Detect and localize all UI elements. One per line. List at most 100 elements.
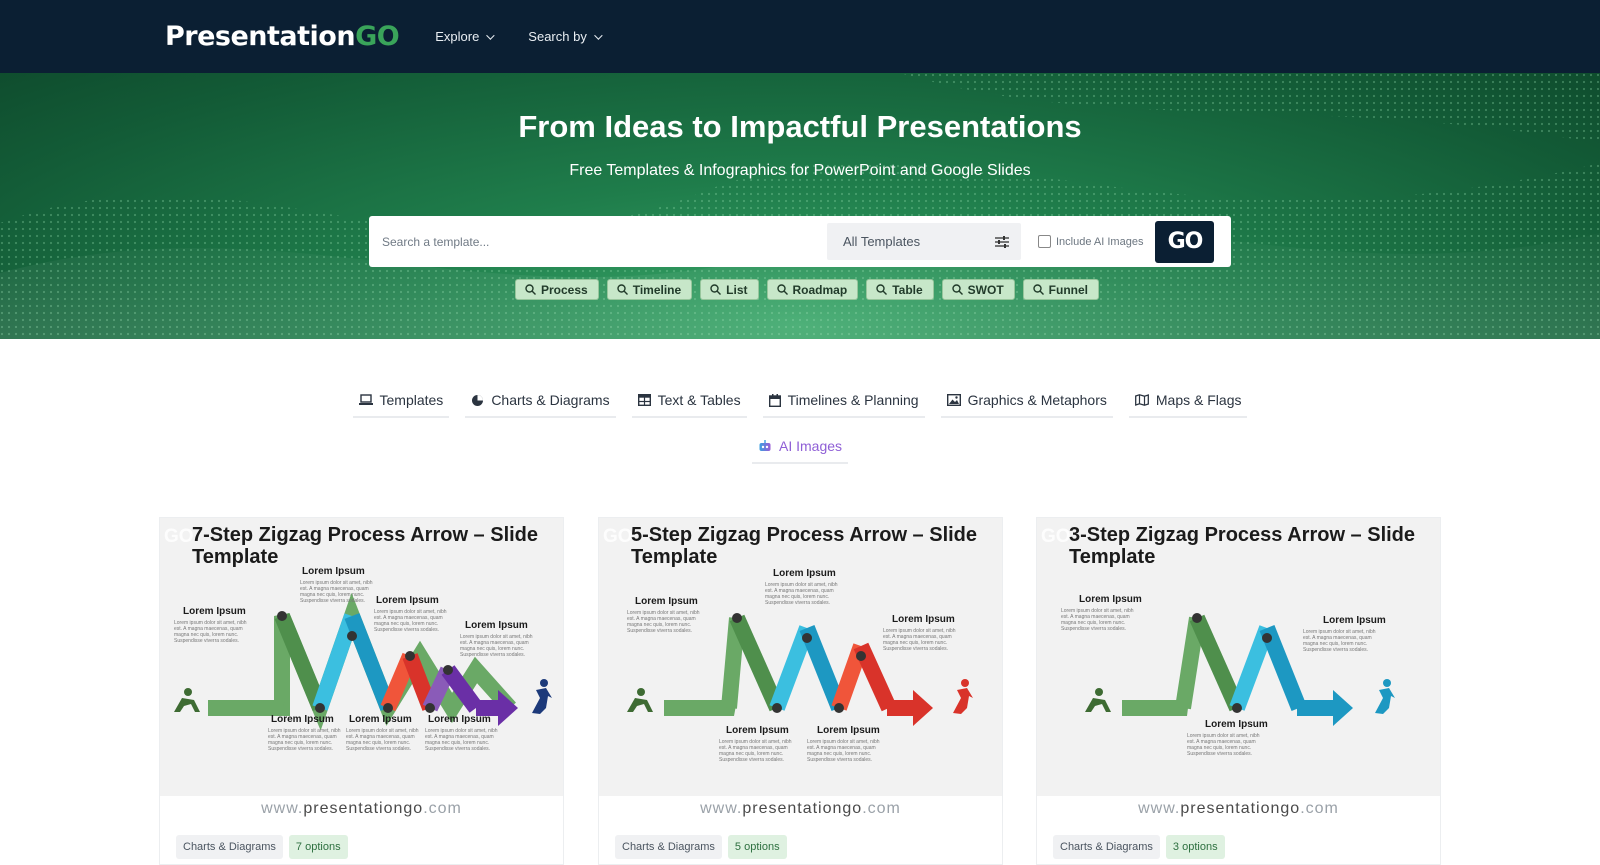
- card-tags: Charts & Diagrams 3 options: [1053, 835, 1225, 859]
- category-tag[interactable]: Charts & Diagrams: [176, 835, 283, 859]
- thumb-body: Lorem ipsum dolor sit amet, nibh est. A …: [425, 728, 498, 752]
- thumbnail-url-text: www.presentationgo.com: [261, 800, 462, 817]
- chip-label: Funnel: [1048, 282, 1088, 297]
- thumb-heading: Lorem Ipsum: [465, 620, 528, 631]
- search-bar: All Templates Include AI Images GO: [369, 216, 1231, 267]
- tab-text-tables[interactable]: Text & Tables: [631, 384, 747, 418]
- include-ai-label: Include AI Images: [1056, 235, 1144, 248]
- nav-search-by[interactable]: Search by: [528, 29, 603, 44]
- template-card[interactable]: GO 7-Step Zigzag Process Arrow – Slide T…: [159, 517, 564, 865]
- chip-table[interactable]: Table: [866, 279, 934, 300]
- crouching-runner-icon: [1085, 688, 1111, 712]
- template-type-select[interactable]: All Templates: [827, 223, 1021, 260]
- tab-label: Charts & Diagrams: [491, 392, 610, 408]
- options-badge: 7 options: [288, 835, 348, 859]
- category-tag[interactable]: Charts & Diagrams: [1053, 835, 1160, 859]
- template-type-value: All Templates: [843, 234, 921, 249]
- template-thumbnail[interactable]: GO 3-Step Zigzag Process Arrow – Slide T…: [1037, 518, 1440, 796]
- laptop-icon: [358, 394, 373, 405]
- thumb-body: Lorem ipsum dolor sit amet, nibh est. A …: [765, 582, 838, 606]
- tab-label: AI Images: [778, 438, 843, 454]
- chip-label: Process: [541, 282, 588, 297]
- thumb-heading: Lorem Ipsum: [349, 714, 412, 725]
- template-thumbnail[interactable]: GO 7-Step Zigzag Process Arrow – Slide T…: [160, 518, 563, 796]
- logo-text: Presentation: [165, 21, 356, 52]
- thumb-heading: Lorem Ipsum: [817, 725, 880, 736]
- tab-maps-flags[interactable]: Maps & Flags: [1128, 384, 1248, 418]
- thumb-heading: Lorem Ipsum: [773, 568, 836, 579]
- thumb-body: Lorem ipsum dolor sit amet, nibh est. A …: [346, 728, 419, 752]
- chip-roadmap[interactable]: Roadmap: [766, 279, 859, 300]
- search-icon: [951, 284, 963, 295]
- chip-process[interactable]: Process: [515, 279, 599, 300]
- tab-label: Text & Tables: [657, 392, 741, 408]
- thumb-body: Lorem ipsum dolor sit amet, nibh est. A …: [807, 739, 880, 763]
- category-tabs: Templates Charts & Diagrams Text & Table…: [0, 384, 1600, 418]
- zigzag-arrow-diagram: [627, 613, 973, 726]
- thumb-heading: Lorem Ipsum: [892, 614, 955, 625]
- chip-label: List: [726, 282, 748, 297]
- nav-explore[interactable]: Explore: [435, 29, 495, 44]
- card-tags: Charts & Diagrams 7 options: [176, 835, 348, 859]
- go-search-button[interactable]: GO: [1155, 220, 1215, 263]
- thumb-heading: Lorem Ipsum: [635, 596, 698, 607]
- map-icon: [1134, 394, 1149, 406]
- tab-charts-diagrams[interactable]: Charts & Diagrams: [465, 384, 616, 418]
- pie-chart-icon: [472, 394, 484, 406]
- chip-timeline[interactable]: Timeline: [606, 279, 693, 300]
- crouching-runner-icon: [174, 688, 200, 712]
- thumb-heading: Lorem Ipsum: [726, 725, 789, 736]
- thumb-heading: Lorem Ipsum: [376, 595, 439, 606]
- chevron-down-icon: [486, 30, 495, 40]
- running-person-icon: [953, 679, 973, 714]
- search-icon: [776, 284, 788, 295]
- thumb-body: Lorem ipsum dolor sit amet, nibh est. A …: [627, 610, 700, 634]
- thumb-heading: Lorem Ipsum: [1323, 615, 1386, 626]
- thumb-body: Lorem ipsum dolor sit amet, nibh est. A …: [719, 739, 792, 763]
- nav-search-by-label: Search by: [528, 29, 587, 44]
- include-ai-images-toggle[interactable]: Include AI Images: [1038, 235, 1143, 248]
- template-thumbnail[interactable]: GO 5-Step Zigzag Process Arrow – Slide T…: [599, 518, 1002, 796]
- template-card[interactable]: GO 3-Step Zigzag Process Arrow – Slide T…: [1036, 517, 1441, 865]
- chip-list[interactable]: List: [700, 279, 759, 300]
- thumb-heading: Lorem Ipsum: [1205, 719, 1268, 730]
- search-icon: [710, 284, 722, 295]
- running-person-icon: [532, 679, 552, 714]
- category-tag[interactable]: Charts & Diagrams: [615, 835, 722, 859]
- search-input[interactable]: [369, 216, 824, 267]
- hero-banner: From Ideas to Impactful Presentations Fr…: [0, 73, 1600, 339]
- search-icon: [617, 284, 628, 295]
- thumb-heading: Lorem Ipsum: [183, 606, 246, 617]
- presentationgo-logo[interactable]: PresentationGO: [165, 21, 400, 52]
- nav-explore-label: Explore: [435, 29, 480, 44]
- tab-graphics-metaphors[interactable]: Graphics & Metaphors: [940, 384, 1113, 418]
- running-person-icon: [1375, 679, 1395, 714]
- thumb-body: Lorem ipsum dolor sit amet, nibh est. A …: [460, 634, 533, 658]
- chip-funnel[interactable]: Funnel: [1022, 279, 1099, 300]
- calendar-icon: [768, 393, 781, 407]
- table-icon: [637, 394, 651, 406]
- robot-icon: [759, 440, 771, 451]
- chip-swot[interactable]: SWOT: [941, 279, 1015, 300]
- tab-label: Graphics & Metaphors: [967, 392, 1107, 408]
- top-navbar: PresentationGO Explore Search by: [0, 0, 1600, 73]
- template-card[interactable]: GO 5-Step Zigzag Process Arrow – Slide T…: [598, 517, 1003, 865]
- thumb-body: Lorem ipsum dolor sit amet, nibh est. A …: [174, 620, 247, 644]
- thumb-heading: Lorem Ipsum: [271, 714, 334, 725]
- tab-label: Maps & Flags: [1155, 392, 1242, 408]
- thumb-heading: Lorem Ipsum: [428, 714, 491, 725]
- thumbnail-url-text: www.presentationgo.com: [1138, 800, 1339, 817]
- chip-label: Table: [892, 282, 923, 297]
- tab-timelines-planning[interactable]: Timelines & Planning: [762, 384, 925, 418]
- tab-templates[interactable]: Templates: [352, 384, 450, 418]
- tab-ai-images[interactable]: AI Images: [751, 430, 849, 464]
- include-ai-checkbox[interactable]: [1038, 235, 1051, 248]
- thumb-body: Lorem ipsum dolor sit amet, nibh est. A …: [1303, 629, 1376, 653]
- thumb-body: Lorem ipsum dolor sit amet, nibh est. A …: [883, 628, 956, 652]
- filter-sliders-icon: [995, 235, 1009, 248]
- crouching-runner-icon: [627, 688, 653, 712]
- chip-label: SWOT: [967, 282, 1004, 297]
- search-icon: [1032, 284, 1044, 295]
- chip-label: Roadmap: [792, 282, 848, 297]
- quick-search-chips: Process Timeline List Roadmap Table SWOT…: [0, 279, 1600, 300]
